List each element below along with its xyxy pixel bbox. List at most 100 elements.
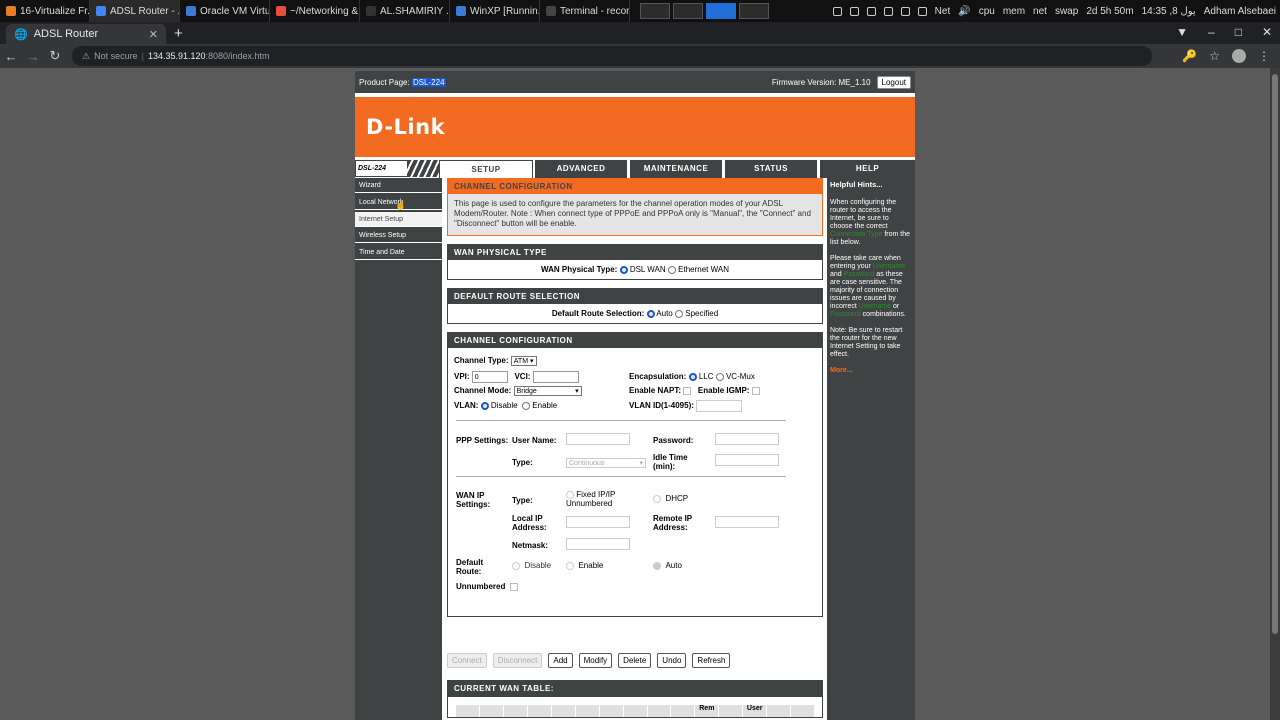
unnumbered-checkbox[interactable] — [509, 582, 518, 591]
url-bar[interactable]: ⚠ Not secure | 134.35.91.120:8080/index.… — [72, 46, 1152, 66]
tab-search-icon[interactable]: ▼ — [1176, 25, 1188, 39]
netmask-input[interactable] — [566, 538, 630, 550]
tray-doc-icon[interactable] — [849, 6, 859, 16]
vlan-enable-radio[interactable] — [522, 401, 531, 410]
key-icon[interactable]: 🔑 — [1182, 49, 1197, 63]
channel-type-select[interactable]: ATM ▾ — [510, 356, 537, 366]
igmp-checkbox[interactable] — [751, 386, 760, 395]
sidebar-item-local-network[interactable]: Local Network ☝ — [355, 194, 442, 210]
os-task-item[interactable]: 16-Virtualize Fr... — [0, 0, 90, 22]
idle-time-input[interactable] — [715, 454, 779, 466]
wan-table-header-cell — [551, 705, 575, 717]
hint-link-password[interactable]: Password — [830, 311, 861, 318]
uptime: 2d 5h 50m — [1086, 5, 1134, 17]
hint-link-username[interactable]: Username — [859, 303, 891, 310]
add-button[interactable]: Add — [548, 653, 573, 668]
warning-icon[interactable]: ⚠ — [82, 51, 90, 62]
maximize-icon[interactable]: □ — [1235, 25, 1242, 39]
connect-button[interactable]: Connect — [447, 653, 487, 668]
sidebar-item-internet-setup[interactable]: Internet Setup — [355, 211, 442, 227]
vlan-disable-radio[interactable] — [480, 401, 489, 410]
tab-advanced[interactable]: ADVANCED — [535, 160, 627, 178]
tab-status[interactable]: STATUS — [725, 160, 817, 178]
route-auto-radio[interactable] — [646, 309, 655, 318]
dhcp-radio[interactable] — [653, 494, 661, 503]
modify-button[interactable]: Modify — [578, 653, 613, 668]
vlan-label: VLAN: — [454, 401, 479, 410]
vci-input[interactable] — [532, 371, 579, 383]
minimize-icon[interactable]: – — [1208, 25, 1215, 39]
delete-button[interactable]: Delete — [618, 653, 652, 668]
sidebar-item-time-and-date[interactable]: Time and Date — [355, 245, 442, 261]
user-name[interactable]: Adham Alsebaei — [1204, 6, 1276, 17]
tray-send-icon[interactable] — [900, 6, 910, 16]
channel-mode-select[interactable]: Bridge ▾ — [513, 386, 582, 396]
username-input[interactable] — [566, 433, 630, 445]
logout-button[interactable]: Logout — [876, 75, 911, 89]
os-task-item[interactable]: WinXP [Runnin... — [450, 0, 540, 22]
os-task-item[interactable]: ~/Networking &... — [270, 0, 360, 22]
droute-auto-radio[interactable] — [653, 561, 661, 570]
dsl-wan-radio[interactable] — [619, 265, 628, 274]
profile-avatar[interactable] — [1232, 49, 1246, 63]
refresh-button[interactable]: Refresh — [692, 653, 731, 668]
ethernet-wan-radio[interactable] — [667, 265, 676, 274]
local-ip-label: Local IP Address: — [512, 514, 547, 532]
reload-icon[interactable]: ↻ — [44, 48, 66, 64]
product-link[interactable]: DSL-224 — [411, 77, 446, 87]
droute-disable-radio[interactable] — [512, 561, 520, 570]
os-task-item[interactable]: Oracle VM Virtu... — [180, 0, 270, 22]
disconnect-button[interactable]: Disconnect — [492, 653, 543, 668]
hint-link-password[interactable]: Password — [844, 271, 875, 278]
star-icon[interactable]: ☆ — [1209, 49, 1220, 63]
close-tab-icon[interactable]: ✕ — [149, 28, 158, 41]
tab-help[interactable]: HELP — [820, 160, 915, 178]
hints-more-link[interactable]: More... — [830, 367, 912, 375]
droute-enable-radio[interactable] — [566, 561, 574, 570]
close-window-icon[interactable]: ✕ — [1262, 25, 1272, 39]
vlan-id-input[interactable] — [696, 400, 743, 412]
sidebar-item-wizard[interactable]: Wizard — [355, 178, 442, 193]
ppp-type-select[interactable]: Continuous ▾ — [566, 458, 646, 468]
llc-radio[interactable] — [688, 372, 697, 381]
channel-mode-value: Bridge — [516, 388, 537, 395]
clock[interactable]: 14:35 ,8 يول — [1142, 6, 1196, 17]
napt-checkbox[interactable] — [683, 386, 692, 395]
workspace-switcher[interactable] — [640, 3, 769, 19]
browser-tab[interactable]: 🌐 ADSL Router ✕ — [6, 24, 166, 44]
os-task-item[interactable]: Terminal - recor... — [540, 0, 630, 22]
undo-button[interactable]: Undo — [657, 653, 687, 668]
hint-link-connection-type[interactable]: Connection Type — [830, 231, 882, 238]
menu-icon[interactable]: ⋮ — [1258, 49, 1270, 63]
tray-download-icon[interactable] — [883, 6, 893, 16]
volume-icon[interactable]: 🔊 — [958, 6, 970, 17]
route-specified-radio[interactable] — [675, 309, 683, 318]
remote-ip-input[interactable] — [715, 516, 779, 528]
tray-link-icon[interactable] — [866, 6, 876, 16]
droute-auto-label: Auto — [665, 561, 682, 570]
channel-config-box: CHANNEL CONFIGURATION Channel Type: ATM … — [447, 332, 823, 617]
hint-link-username[interactable]: Username — [873, 263, 905, 270]
wan-table-header-cell — [599, 705, 623, 717]
new-tab-icon[interactable]: + — [174, 25, 183, 42]
forward-icon[interactable]: → — [22, 49, 44, 64]
tray-app-icon[interactable] — [832, 6, 842, 16]
back-icon[interactable]: ← — [0, 49, 22, 64]
workspace-3[interactable] — [706, 3, 736, 19]
sidebar-item-wireless-setup[interactable]: Wireless Setup — [355, 228, 442, 244]
fixed-ip-radio[interactable] — [566, 490, 574, 499]
vcmux-radio[interactable] — [715, 372, 724, 381]
workspace-1[interactable] — [640, 3, 670, 19]
workspace-4[interactable] — [739, 3, 769, 19]
page-scrollbar[interactable] — [1270, 68, 1280, 720]
local-ip-input[interactable] — [566, 516, 630, 528]
os-task-item[interactable]: ADSL Router - ... — [90, 0, 180, 22]
workspace-2[interactable] — [673, 3, 703, 19]
password-input[interactable] — [715, 433, 779, 445]
scrollbar-thumb[interactable] — [1272, 74, 1278, 634]
tab-setup[interactable]: SETUP — [439, 160, 533, 178]
os-task-item[interactable]: AL.SHAMIRIY ... — [360, 0, 450, 22]
tab-maintenance[interactable]: MAINTENANCE — [630, 160, 722, 178]
vpi-input[interactable]: 0 — [471, 371, 508, 383]
tray-bluetooth-icon[interactable] — [917, 6, 927, 16]
